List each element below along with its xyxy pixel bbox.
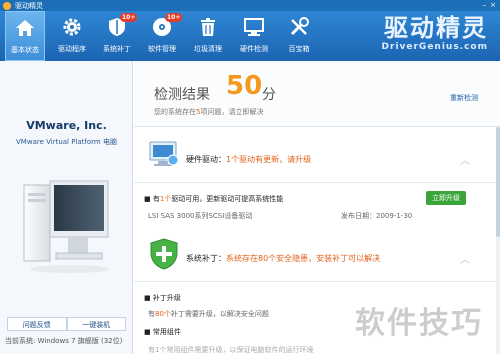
desc-suffix: 项问题，请立即解决: [200, 108, 264, 116]
score-summary: 检测结果 50 分 您的系统存在5项问题，请立即解决 重新检测: [134, 61, 500, 127]
row-prefix: 有: [148, 310, 155, 318]
tool-software-management[interactable]: 10+ 软件管理: [142, 11, 183, 61]
app-logo-icon: [3, 1, 11, 10]
row-suffix: 补丁需要升级，以解决安全问题: [170, 310, 269, 318]
computer-model: VMware Virtual Platform 电脑: [16, 138, 117, 146]
tool-label: 百宝箱: [288, 45, 310, 53]
os-value: Windows 7 旗舰版 (32位): [37, 337, 123, 345]
tool-system-patches[interactable]: 10+ 系统补丁: [97, 11, 138, 61]
software-count-badge: 10+: [165, 13, 183, 22]
brand-name: 驱动精灵: [384, 14, 488, 42]
vertical-scrollbar[interactable]: [496, 127, 500, 354]
left-actions: 问题反馈 一键装机: [7, 317, 126, 331]
patch-group-row: 有80个补丁需要升级，以解决安全问题: [148, 309, 269, 319]
tool-label: 垃圾清理: [194, 45, 222, 53]
driver-item-row[interactable]: LSI SAS 3000系列SCSI设备驱动: [148, 211, 252, 221]
driver-title-label: 硬件驱动：: [186, 155, 226, 164]
driver-release-date: 发布日期：2009-1-30: [341, 212, 413, 220]
patch-section-title: 系统补丁：系统存在80个安全隐患，安装补丁可以解决: [186, 253, 380, 264]
patch-count-badge: 10+: [120, 13, 138, 22]
tool-junk-cleanup[interactable]: 垃圾清理: [188, 11, 228, 61]
brand-website: DriverGenius.com: [381, 42, 488, 52]
tool-drivers[interactable]: 驱动程序: [52, 11, 92, 61]
tool-label: 基本状态: [11, 46, 39, 54]
computer-vendor: VMware, Inc.: [26, 119, 107, 132]
monitor-icon: [243, 16, 265, 38]
row-count: 80个: [155, 310, 171, 318]
watermark: 软件技巧: [355, 306, 483, 341]
one-click-install-button[interactable]: 一键装机: [66, 317, 126, 331]
tool-label: 驱动程序: [58, 45, 86, 53]
brand-logo: 驱动精灵 DriverGenius.com: [382, 13, 488, 52]
computer-info-panel: VMware, Inc. VMware Virtual Platform 电脑 …: [0, 61, 133, 354]
scrollbar-thumb[interactable]: [496, 127, 500, 237]
bullet-icon: ■: [144, 195, 153, 203]
gear-icon: [61, 16, 83, 38]
feedback-button[interactable]: 问题反馈: [7, 317, 67, 331]
common-components-title: ■ 常用组件: [144, 327, 181, 337]
row-suffix: 驱动可用，更新驱动可提高系统性能: [171, 195, 284, 203]
tool-hardware-detection[interactable]: 硬件检测: [234, 11, 274, 61]
tool-toolbox[interactable]: 百宝箱: [279, 11, 319, 61]
health-score: 50: [226, 71, 263, 101]
desc-prefix: 您的系统存在: [154, 108, 196, 116]
patch-title-label: 系统补丁：: [186, 254, 226, 263]
driver-section-title: 硬件驱动：1个驱动有更新，请升级: [186, 154, 311, 165]
patch-status: 系统存在80个安全隐患，安装补丁可以解决: [226, 254, 381, 263]
computer-illustration-icon: [22, 179, 112, 277]
close-icon[interactable]: ×: [490, 0, 496, 11]
minimize-icon[interactable]: –: [483, 0, 487, 11]
result-heading: 检测结果: [154, 87, 210, 103]
driver-status: 1个驱动有更新，请升级: [226, 155, 312, 164]
window-title: 驱动精灵: [15, 1, 43, 10]
window-controls: – ×: [483, 0, 496, 11]
home-icon: [14, 17, 36, 39]
collapse-chevron-icon[interactable]: ︿: [460, 152, 470, 167]
collapse-chevron-icon[interactable]: ︿: [460, 251, 470, 266]
shield-plus-icon: [148, 237, 180, 273]
current-os: 当前系统: Windows 7 旗舰版 (32位): [5, 336, 122, 346]
tool-label: 系统补丁: [103, 45, 131, 53]
row-count: 1个: [159, 195, 172, 203]
result-description: 您的系统存在5项问题，请立即解决: [154, 107, 263, 117]
upgrade-now-button[interactable]: 立即升级: [426, 191, 466, 205]
score-unit: 分: [262, 87, 276, 103]
driver-section-header[interactable]: 硬件驱动：1个驱动有更新，请升级 ︿: [134, 128, 496, 183]
patch-group-title: ■ 补丁升级: [144, 293, 181, 303]
hardware-driver-icon: [148, 138, 180, 172]
os-label: 当前系统:: [5, 337, 36, 345]
recheck-link[interactable]: 重新检测: [450, 93, 478, 103]
bullet-icon: ■: [144, 294, 153, 302]
trash-icon: [197, 16, 219, 38]
common-components-row: 有1个常用组件需要升级，以保证电脑软件的运行环境: [148, 346, 314, 354]
main-toolbar: 基本状态 驱动程序 10+ 系统补丁 10+ 软件管理 垃圾清理 硬件检测 百宝…: [0, 11, 500, 61]
driver-update-summary: ■ 有1个驱动可用，更新驱动可提高系统性能: [144, 194, 283, 204]
patch-section-header[interactable]: 系统补丁：系统存在80个安全隐患，安装补丁可以解决 ︿: [134, 227, 496, 282]
window-titlebar: 驱动精灵 – ×: [0, 0, 500, 11]
bullet-icon: ■: [144, 328, 153, 336]
tool-label: 硬件检测: [240, 45, 268, 53]
driver-device-name: LSI SAS 3000系列SCSI设备驱动: [148, 212, 253, 220]
tools-icon: [288, 16, 310, 38]
tool-basic-status[interactable]: 基本状态: [5, 11, 45, 61]
tool-label: 软件管理: [148, 45, 176, 53]
common-components-label: 常用组件: [152, 328, 181, 336]
patch-group-label: 补丁升级: [152, 294, 181, 302]
row-prefix: 有: [152, 195, 160, 203]
